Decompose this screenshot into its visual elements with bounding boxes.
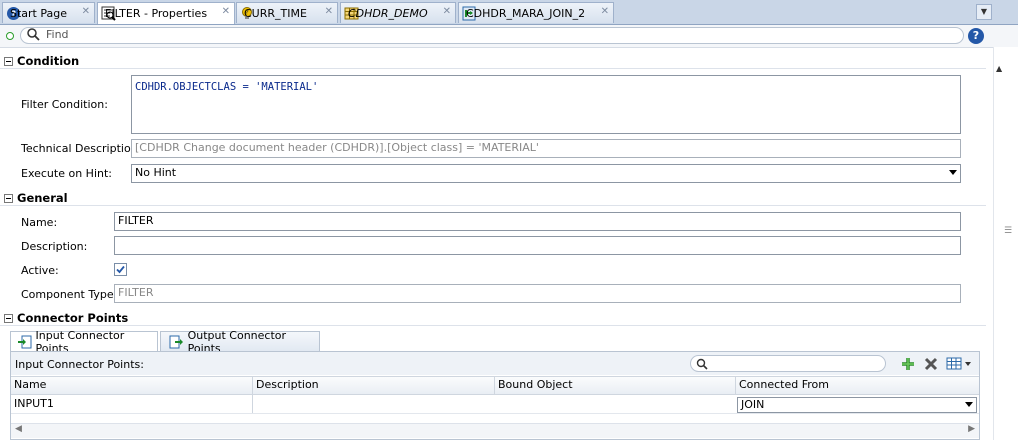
find-placeholder: Find <box>46 28 69 41</box>
active-checkbox[interactable] <box>114 263 127 276</box>
execute-on-hint-select[interactable]: No Hint <box>131 164 961 183</box>
help-icon[interactable]: ? <box>968 28 984 44</box>
description-field[interactable] <box>114 236 961 255</box>
section-header-connector-points[interactable]: Connector Points <box>4 311 128 325</box>
input-connector-icon <box>18 335 32 348</box>
row-name-cell[interactable]: INPUT1 <box>11 395 253 413</box>
check-icon <box>116 265 125 274</box>
add-icon[interactable] <box>900 356 916 375</box>
filter-condition-text: CDHDR.OBJECTCLAS = 'MATERIAL' <box>135 81 319 93</box>
tab-cdhdr-demo[interactable]: CDHDR_DEMO ✕ <box>340 2 456 23</box>
section-header-general[interactable]: General <box>4 191 68 205</box>
collapse-icon[interactable] <box>4 56 13 66</box>
resize-grip-icon[interactable]: ☰ <box>1004 226 1012 236</box>
scroll-up-icon[interactable]: ▲ <box>996 64 1002 73</box>
delete-icon[interactable] <box>923 356 939 375</box>
scroll-left-icon[interactable]: ◀ <box>15 424 22 434</box>
tab-label: FILTER - Properties <box>105 7 208 20</box>
column-header-connected-from[interactable]: Connected From <box>736 376 979 394</box>
close-icon[interactable]: ✕ <box>222 6 230 17</box>
tab-label: CDHDR_MARA_JOIN_2 <box>466 6 586 20</box>
tab-output-connector-points[interactable]: Output Connector Points <box>160 329 320 355</box>
tab-cdhdr-mara-join-2[interactable]: CDHDR_MARA_JOIN_2 ✕ <box>458 2 614 23</box>
collapse-icon[interactable] <box>4 193 13 203</box>
technical-description-field[interactable]: [CDHDR Change document header (CDHDR)].[… <box>131 139 961 158</box>
status-dot-icon <box>6 32 14 40</box>
columns-menu-icon[interactable] <box>946 357 972 374</box>
connected-from-value: JOIN <box>741 398 765 411</box>
tab-start-page[interactable]: ? Start Page ✕ <box>2 2 95 23</box>
tab-input-connector-points[interactable]: Input Connector Points <box>10 329 158 355</box>
search-icon <box>27 28 40 44</box>
section-title: General <box>17 191 68 205</box>
technical-description-label: Technical Description: <box>21 142 142 155</box>
section-title: Condition <box>17 54 80 68</box>
connector-panel-title: Input Connector Points: <box>15 358 144 371</box>
tab-label: CURR_TIME <box>244 6 307 20</box>
vertical-scrollbar[interactable] <box>993 47 1018 440</box>
column-header-bound-object[interactable]: Bound Object <box>495 376 736 394</box>
name-field[interactable]: FILTER <box>114 212 961 231</box>
section-title: Connector Points <box>17 311 129 325</box>
output-connector-icon <box>169 335 183 348</box>
tab-label: Start Page <box>10 6 67 20</box>
execute-on-hint-value: No Hint <box>135 166 177 179</box>
chevron-down-icon <box>965 402 973 407</box>
execute-on-hint-label: Execute on Hint: <box>21 167 113 180</box>
horizontal-scrollbar[interactable]: ◀ ▶ <box>11 423 979 438</box>
filter-condition-editor[interactable]: CDHDR.OBJECTCLAS = 'MATERIAL' <box>131 75 961 134</box>
section-header-condition[interactable]: Condition <box>4 54 79 68</box>
component-type-label: Component Type: <box>21 288 118 301</box>
column-header-name[interactable]: Name <box>11 376 253 394</box>
connector-search-input[interactable] <box>690 355 886 372</box>
collapse-icon[interactable] <box>4 313 13 323</box>
column-header-description[interactable]: Description <box>253 376 495 394</box>
close-icon[interactable]: ✕ <box>443 6 451 17</box>
chevron-down-icon <box>949 170 957 175</box>
filter-condition-label: Filter Condition: <box>21 98 108 111</box>
name-label: Name: <box>21 216 58 229</box>
close-icon[interactable]: ✕ <box>325 6 333 17</box>
tab-filter-properties[interactable]: FILTER - Properties ✕ <box>97 2 235 24</box>
tab-label: CDHDR_DEMO <box>348 6 428 20</box>
close-icon[interactable]: ✕ <box>82 6 90 17</box>
tab-curr-time[interactable]: ? CURR_TIME ✕ <box>236 2 338 23</box>
search-icon <box>696 358 708 370</box>
scroll-right-icon[interactable]: ▶ <box>968 424 975 434</box>
component-type-field: FILTER <box>114 284 961 303</box>
close-icon[interactable]: ✕ <box>601 6 609 17</box>
connected-from-select[interactable]: JOIN <box>737 397 977 413</box>
tab-list-dropdown-button[interactable]: ▼ <box>976 4 992 20</box>
find-input[interactable] <box>20 27 964 44</box>
active-label: Active: <box>21 264 59 277</box>
description-label: Description: <box>21 240 88 253</box>
